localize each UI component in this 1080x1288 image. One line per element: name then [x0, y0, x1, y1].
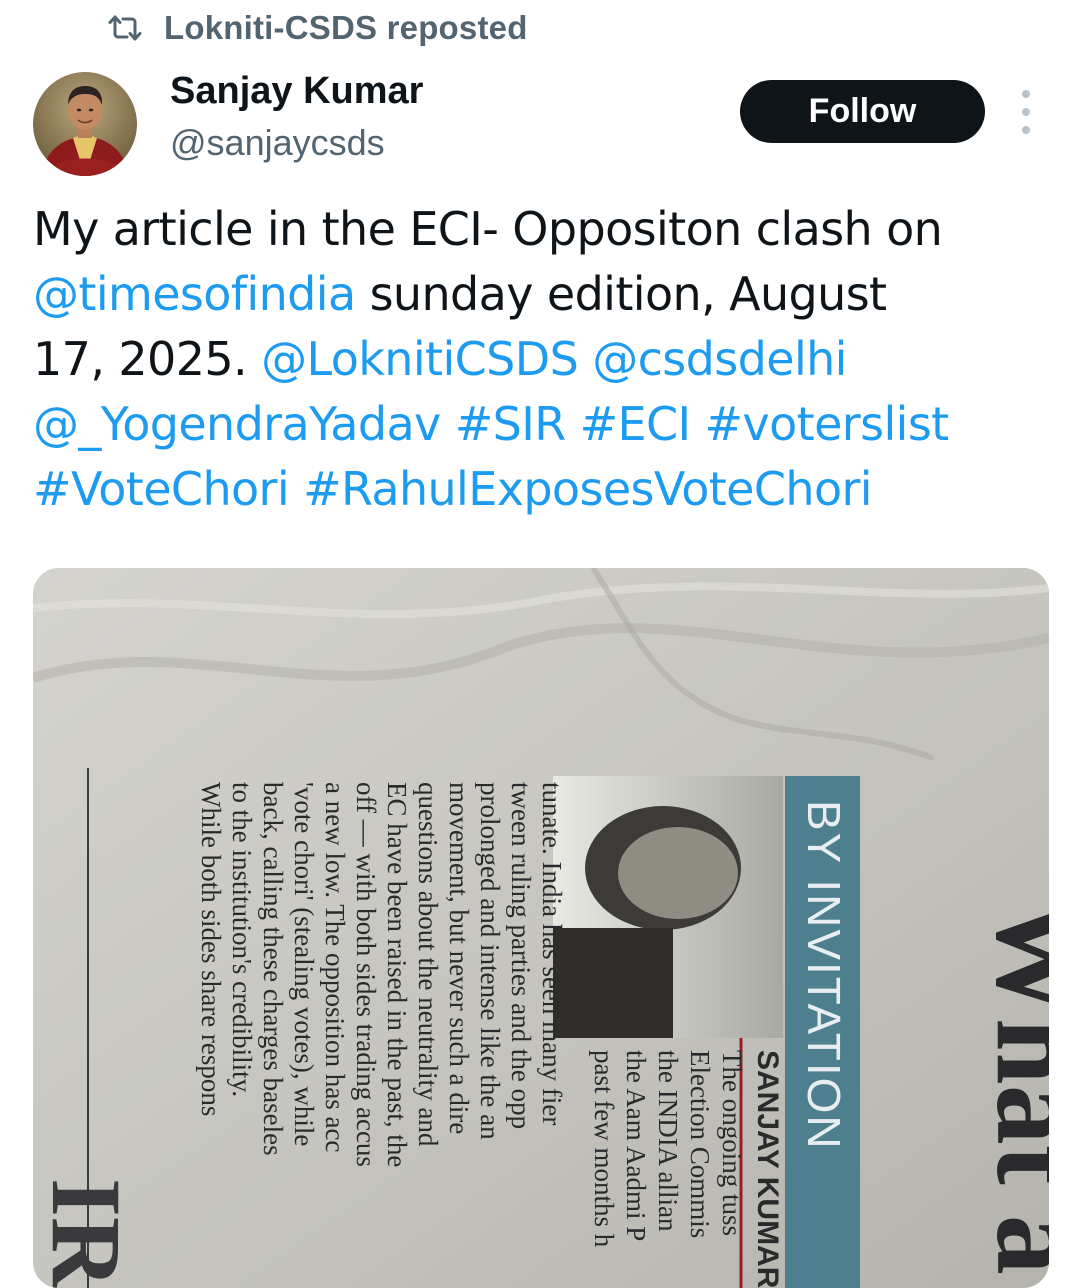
tweet-text-segment: 17, 2025.: [33, 332, 262, 386]
article-line: the Aam Aadmi P: [621, 1050, 651, 1241]
tweet-line: @timesofindia sunday edition, August: [33, 262, 1043, 327]
headline-text: What a: [972, 898, 1049, 1275]
article-line: EC have been raised in the past, the: [382, 782, 412, 1167]
more-dot: [1022, 126, 1030, 134]
tweet-text-segment: [578, 332, 592, 386]
repost-label[interactable]: Lokniti-CSDS reposted: [164, 9, 528, 47]
column-label: BY INVITATION: [798, 800, 850, 1151]
article-line: questions about the neutrality and: [413, 782, 443, 1147]
tweet-line: My article in the ECI- Oppositon clash o…: [33, 197, 1043, 262]
article-line: movement, but never such a dire: [444, 782, 474, 1134]
article-line: back, calling these charges baseles: [258, 782, 288, 1156]
mention-link[interactable]: @LoknitiCSDS: [261, 332, 579, 386]
hashtag-link[interactable]: #SIR: [455, 397, 566, 451]
hashtag-link[interactable]: #VoteChori: [33, 462, 290, 516]
repost-icon: [108, 14, 142, 42]
article-line: 'vote chori' (stealing votes), while: [289, 782, 319, 1146]
article-line: Election Commis: [685, 1050, 715, 1238]
article-line: While both sides share respons: [196, 782, 226, 1116]
hashtag-link[interactable]: #ECI: [580, 397, 692, 451]
tweet-line: #VoteChori #RahulExposesVoteChori: [33, 457, 1043, 522]
tweet-line: @_YogendraYadav #SIR #ECI #voterslist: [33, 392, 1043, 457]
more-options-icon[interactable]: [1012, 90, 1040, 134]
article-line: a new low. The opposition has acc: [320, 782, 350, 1152]
tweet-media-image[interactable]: What a BY INVITATION SANJAY KUMAR The on…: [33, 568, 1049, 1288]
tweet-text-segment: [691, 397, 705, 451]
hashtag-link[interactable]: #RahulExposesVoteChori: [303, 462, 873, 516]
article-line: off — with both sides trading accus: [351, 782, 381, 1167]
tweet-text-segment: sunday edition, August: [355, 267, 888, 321]
mention-link[interactable]: @_YogendraYadav: [33, 397, 441, 451]
article-line: to the institution's credibility.: [227, 782, 257, 1097]
article-line: the INDIA allian: [653, 1050, 683, 1232]
more-dot: [1022, 90, 1030, 98]
more-dot: [1022, 108, 1030, 116]
tweet-text-segment: [566, 397, 580, 451]
article-line: tunate. India has seen many fier: [537, 782, 567, 1125]
tweet-text-segment: My article in the ECI- Oppositon clash o…: [33, 202, 943, 256]
tweet-text-segment: [289, 462, 303, 516]
tweet-text-segment: [441, 397, 455, 451]
svg-text:IR: IR: [33, 1178, 142, 1288]
byline: SANJAY KUMAR: [751, 1050, 784, 1288]
repost-header[interactable]: Lokniti-CSDS reposted: [108, 6, 528, 50]
article-line: prolonged and intense like the an: [475, 782, 505, 1140]
tweet-line: 17, 2025. @LoknitiCSDS @csdsdelhi: [33, 327, 1043, 392]
author-avatar[interactable]: [33, 72, 137, 176]
tweet-text: My article in the ECI- Oppositon clash o…: [33, 197, 1043, 522]
article-line: The ongoing tuss: [717, 1050, 747, 1236]
author-handle[interactable]: @sanjaycsds: [170, 122, 385, 164]
newspaper-photo: What a BY INVITATION SANJAY KUMAR The on…: [33, 568, 1049, 1288]
mention-link[interactable]: @csdsdelhi: [592, 332, 847, 386]
hashtag-link[interactable]: #voterslist: [705, 397, 950, 451]
article-line: past few months h: [589, 1050, 619, 1248]
mention-link[interactable]: @timesofindia: [33, 267, 356, 321]
follow-button[interactable]: Follow: [740, 80, 985, 143]
author-name[interactable]: Sanjay Kumar: [170, 70, 423, 113]
author-photo-in-print: [553, 776, 783, 1038]
article-line: tween ruling parties and the opp: [506, 782, 536, 1129]
